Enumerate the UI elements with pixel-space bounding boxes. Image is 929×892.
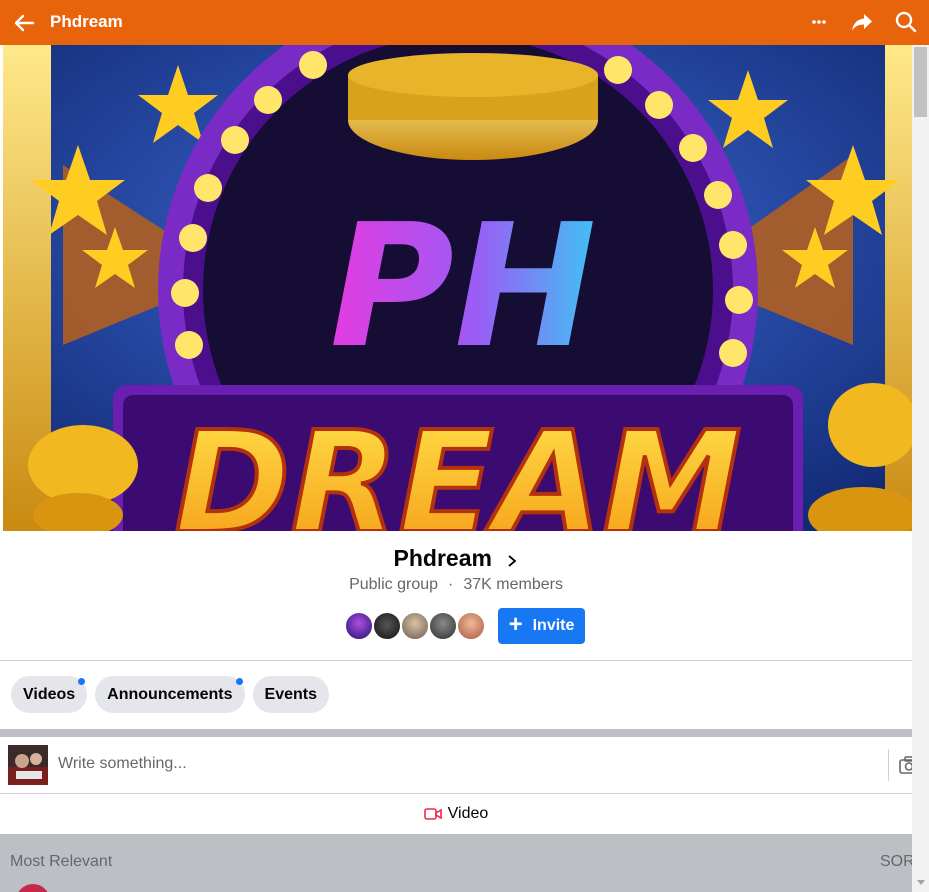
post-composer: Write something... xyxy=(0,737,912,793)
meta-separator: · xyxy=(448,576,454,593)
main-content: PH DREAM Phdream Public group · 37K member… xyxy=(0,0,912,892)
scrollbar-thumb[interactable] xyxy=(914,47,927,117)
new-indicator-dot xyxy=(78,678,86,685)
more-icon[interactable] xyxy=(808,11,830,33)
cover-ph-text: PH xyxy=(330,188,597,386)
video-label: Video xyxy=(447,805,489,822)
member-avatar[interactable] xyxy=(428,611,458,641)
video-camera-icon xyxy=(423,808,442,820)
member-avatar[interactable] xyxy=(456,611,486,641)
tab-videos-label: Videos xyxy=(23,685,76,703)
tab-announcements[interactable]: Announcements xyxy=(95,676,245,713)
group-meta: Public group · 37K members xyxy=(0,576,912,594)
member-avatar[interactable] xyxy=(400,611,430,641)
tab-events[interactable]: Events xyxy=(252,676,329,713)
page: PH DREAM Phdream Public group · 37K member… xyxy=(0,0,929,892)
member-count[interactable]: 37K members xyxy=(463,576,563,593)
tab-videos[interactable]: Videos xyxy=(11,676,88,713)
plus-icon: + xyxy=(508,611,523,638)
user-photo xyxy=(8,745,48,785)
top-app-bar: Phdream xyxy=(0,0,929,45)
back-arrow-icon[interactable] xyxy=(12,11,36,35)
group-tabs: Videos Announcements Events xyxy=(11,676,329,713)
cover-dream-text: DREAM xyxy=(174,402,741,531)
section-separator xyxy=(0,729,912,737)
member-avatar[interactable] xyxy=(344,611,374,641)
cover-artwork: PH DREAM xyxy=(3,45,912,531)
share-icon[interactable] xyxy=(850,10,874,34)
composer-divider xyxy=(888,749,889,781)
vertical-scrollbar[interactable] xyxy=(912,0,929,892)
divider xyxy=(0,660,912,661)
group-privacy: Public group xyxy=(349,576,439,593)
current-user-avatar[interactable] xyxy=(8,745,48,785)
group-name-row[interactable]: Phdream xyxy=(0,545,912,572)
tab-announcements-label: Announcements xyxy=(107,685,233,703)
search-icon[interactable] xyxy=(894,10,918,34)
group-cover-image[interactable]: PH DREAM xyxy=(3,45,912,531)
sort-button[interactable]: SORT xyxy=(880,853,912,871)
member-avatar[interactable] xyxy=(372,611,402,641)
tab-events-label: Events xyxy=(264,685,317,703)
group-name[interactable]: Phdream xyxy=(394,545,492,571)
scroll-down-arrow-icon[interactable] xyxy=(917,880,925,885)
new-indicator-dot xyxy=(235,678,243,685)
page-title: Phdream xyxy=(50,12,123,31)
camera-icon[interactable] xyxy=(899,756,912,774)
chevron-right-icon[interactable] xyxy=(506,554,518,568)
add-video-button[interactable]: Video xyxy=(0,794,912,834)
most-relevant-label[interactable]: Most Relevant xyxy=(10,853,112,871)
invite-label: Invite xyxy=(532,617,575,634)
member-avatars-row: + Invite xyxy=(344,608,585,644)
feed-sort-bar: Most Relevant SORT xyxy=(0,834,912,892)
write-something-input[interactable]: Write something... xyxy=(58,755,187,773)
invite-button[interactable]: + Invite xyxy=(498,608,585,644)
